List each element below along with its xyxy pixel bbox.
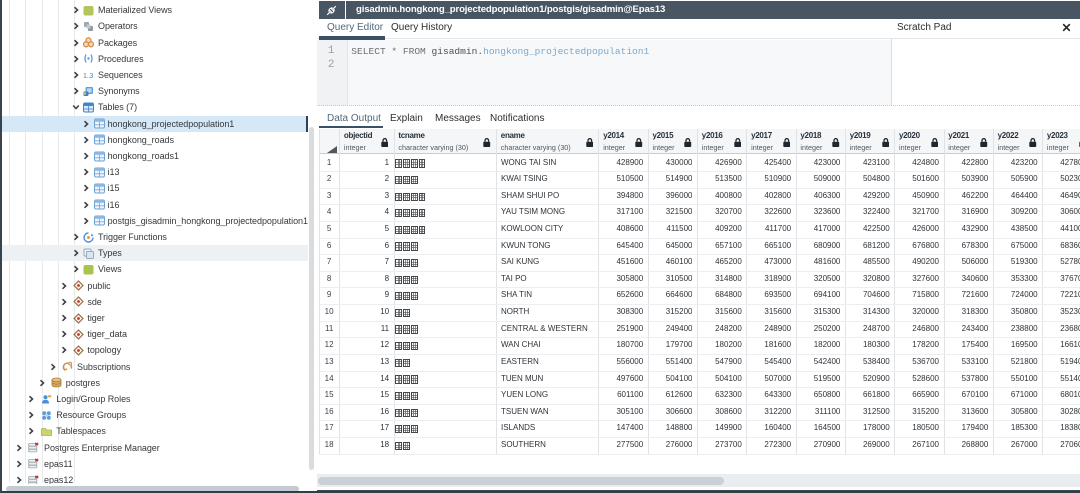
svg-text:3: 3: [90, 73, 94, 80]
